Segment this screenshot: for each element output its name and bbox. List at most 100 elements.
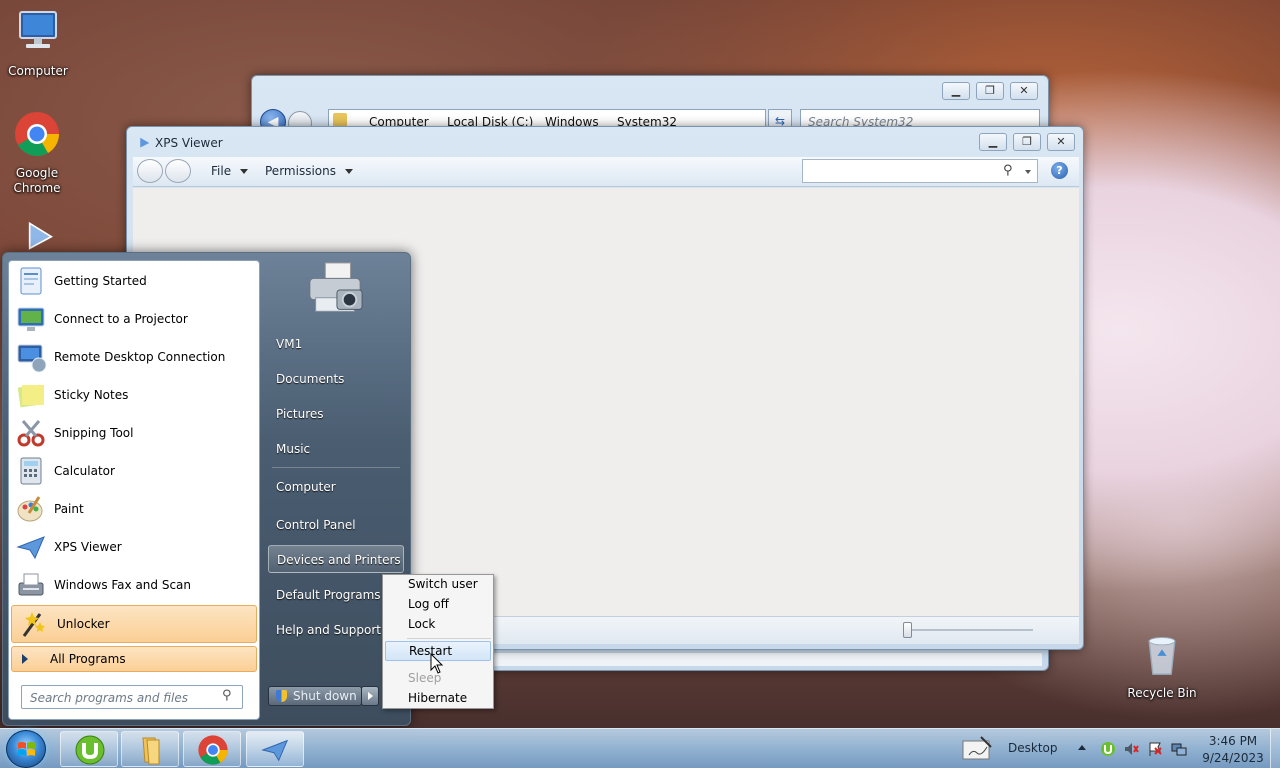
permissions-menu-label: Permissions (265, 164, 336, 178)
desktop-icon-label: Google Chrome (13, 166, 61, 195)
start-search-input[interactable]: Search programs and files ⚲ (21, 685, 243, 709)
action-center-icon[interactable] (1147, 741, 1163, 757)
file-menu-label: File (211, 164, 232, 178)
clock-date[interactable]: 9/24/2023 (1198, 751, 1268, 765)
menu-item-log-off[interactable]: Log off (383, 595, 493, 615)
program-snipping-tool[interactable]: Snipping Tool (9, 414, 259, 452)
xps-viewer-title-icon (140, 137, 150, 148)
arrow-right-icon (22, 654, 28, 664)
program-xps-viewer[interactable]: XPS Viewer (9, 528, 259, 566)
start-right-documents[interactable]: Documents (268, 365, 404, 393)
program-label: Snipping Tool (54, 426, 134, 440)
maximize-button[interactable]: ❐ (1013, 133, 1041, 151)
projector-icon (17, 307, 45, 331)
start-right-control-panel[interactable]: Control Panel (268, 511, 404, 539)
menu-item-switch-user[interactable]: Switch user (383, 575, 493, 595)
file-menu[interactable]: File (211, 164, 249, 178)
zoom-slider-track (903, 629, 1033, 631)
search-icon: ⚲ (222, 688, 232, 703)
chevron-down-icon (240, 169, 249, 174)
sticky-notes-icon (17, 384, 44, 408)
menu-separator (407, 638, 491, 639)
show-hidden-icons-button[interactable] (1078, 745, 1086, 750)
all-programs-button[interactable]: All Programs (11, 646, 257, 672)
desktop-gadget-icon[interactable] (960, 735, 994, 763)
program-label: Paint (54, 502, 84, 516)
shutdown-options-button[interactable] (361, 686, 379, 706)
windows-logo-icon (18, 742, 35, 756)
xps-viewer-icon (261, 739, 289, 762)
shield-icon (276, 690, 287, 702)
chrome-icon (15, 112, 59, 156)
shutdown-button[interactable]: Shut down (268, 686, 362, 706)
start-right-separator (272, 467, 400, 468)
xps-viewer-icon (16, 536, 45, 560)
start-right-computer[interactable]: Computer (268, 473, 404, 501)
start-right-pictures[interactable]: Pictures (268, 400, 404, 428)
program-paint[interactable]: Paint (9, 490, 259, 528)
start-right-music[interactable]: Music (268, 435, 404, 463)
desktop-icon-recycle-bin[interactable]: Recycle Bin (1124, 630, 1200, 701)
chevron-down-icon (1025, 170, 1031, 174)
program-remote-desktop[interactable]: Remote Desktop Connection (9, 338, 259, 376)
taskbar-file-explorer[interactable] (121, 731, 179, 767)
desktop-icon-computer[interactable]: Computer (0, 8, 76, 79)
program-unlocker[interactable]: Unlocker (11, 605, 257, 643)
program-calculator[interactable]: Calculator (9, 452, 259, 490)
chrome-icon (198, 735, 228, 765)
folder-icon (333, 113, 347, 127)
menu-item-hibernate[interactable]: Hibernate (383, 689, 493, 709)
minimize-button[interactable]: ▁ (942, 82, 970, 100)
forward-button[interactable] (165, 159, 191, 183)
desktop-icon-label: Recycle Bin (1127, 686, 1197, 700)
show-desktop-button[interactable] (1270, 729, 1280, 768)
network-icon[interactable] (1171, 741, 1187, 757)
file-explorer-icon (142, 737, 160, 765)
all-programs-label: All Programs (50, 652, 126, 666)
program-connect-projector[interactable]: Connect to a Projector (9, 300, 259, 338)
minimize-button[interactable]: ▁ (979, 133, 1007, 151)
back-button[interactable] (137, 159, 163, 183)
program-getting-started[interactable]: Getting Started (9, 262, 259, 300)
close-button[interactable]: ✕ (1010, 82, 1038, 100)
start-right-devices-printers[interactable]: Devices and Printers (268, 545, 404, 573)
start-right-vm1[interactable]: VM1 (268, 330, 404, 358)
program-label: Connect to a Projector (54, 312, 188, 326)
program-label: Remote Desktop Connection (54, 350, 226, 364)
taskbar-utorrent[interactable] (60, 731, 118, 767)
volume-muted-icon[interactable] (1123, 741, 1139, 757)
utorrent-icon (75, 735, 105, 765)
permissions-menu[interactable]: Permissions (265, 164, 353, 178)
program-label: Calculator (54, 464, 115, 478)
clock-time[interactable]: 3:46 PM (1200, 734, 1266, 748)
help-button[interactable]: ? (1051, 162, 1068, 179)
taskbar-chrome[interactable] (183, 731, 241, 767)
unlocker-icon (22, 612, 45, 637)
power-options-menu: Switch user Log off Lock Restart Sleep H… (382, 574, 494, 709)
menu-item-lock[interactable]: Lock (383, 615, 493, 635)
start-button[interactable] (6, 730, 46, 768)
taskbar: Desktop 3:46 PM 9/24/2023 (0, 728, 1280, 768)
close-button[interactable]: ✕ (1047, 133, 1075, 151)
chevron-down-icon (344, 169, 353, 174)
program-label: Getting Started (54, 274, 147, 288)
calculator-icon (20, 457, 42, 485)
desktop-icon-chrome[interactable]: Google Chrome (0, 110, 75, 196)
recycle-bin-icon (1148, 637, 1176, 675)
remote-desktop-icon (17, 344, 47, 373)
find-input[interactable]: ⚲ (802, 159, 1038, 183)
program-label: XPS Viewer (54, 540, 122, 554)
zoom-slider-thumb[interactable] (903, 622, 912, 638)
program-fax-scan[interactable]: Windows Fax and Scan (9, 566, 259, 604)
snipping-tool-icon (17, 420, 45, 447)
desktop-toolbar-label[interactable]: Desktop (1008, 741, 1058, 755)
program-sticky-notes[interactable]: Sticky Notes (9, 376, 259, 414)
shutdown-label: Shut down (293, 689, 357, 703)
taskbar-xps-viewer[interactable] (246, 731, 304, 767)
maximize-button[interactable]: ❐ (976, 82, 1004, 100)
window-title: XPS Viewer (155, 136, 223, 150)
program-label: Sticky Notes (54, 388, 129, 402)
utorrent-tray-icon[interactable] (1100, 741, 1116, 757)
program-label: Unlocker (57, 617, 110, 631)
help-icon: ? (1056, 164, 1063, 177)
